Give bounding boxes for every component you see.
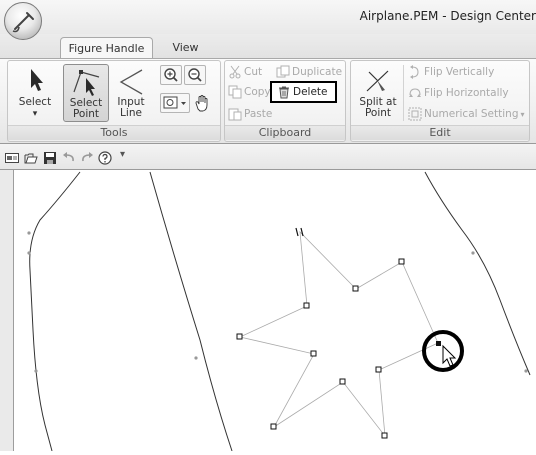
copy-label: Copy [244,86,271,98]
select-point-icon [73,70,100,96]
edit-group-label: Edit [351,125,529,140]
edit-separator [403,65,404,121]
cut-label: Cut [244,66,263,78]
flip-horizontal-icon [409,88,421,97]
numerical-setting-icon [408,107,422,121]
select-button[interactable]: Select ▾ [12,64,58,122]
customize-dropdown-icon[interactable]: ▾ [120,149,125,160]
canvas-left-frame [0,170,14,451]
app-orb-icon [12,12,34,33]
zoom-out-button[interactable] [184,65,206,85]
split-point-icon [366,70,389,92]
app-menu-button[interactable] [4,2,42,40]
hand-icon [195,95,208,112]
view-mode-icon [5,153,19,163]
clipboard-group-label: Clipboard [225,125,345,140]
duplicate-label: Duplicate [292,66,343,78]
input-line-label-2: Line [120,107,142,119]
duplicate-button[interactable]: Duplicate [276,64,342,80]
paste-label: Paste [244,108,273,120]
open-folder-icon [24,153,38,164]
undo-button[interactable] [62,150,76,164]
pointer-highlight-circle [422,330,464,372]
copy-button[interactable]: Copy [228,84,271,100]
trash-icon [279,86,289,99]
numerical-setting-dropdown-icon: ▾ [520,109,525,119]
delete-button[interactable]: Delete [277,84,328,100]
zoom-out-icon [188,68,202,82]
paste-icon [228,108,242,121]
flip-vertical-icon [410,65,419,79]
redo-icon [82,152,93,162]
help-button[interactable] [98,150,112,165]
view-mode-button[interactable] [5,150,19,164]
design-canvas[interactable] [14,170,536,452]
numerical-setting-button[interactable]: Numerical Setting ▾ [408,106,525,122]
redo-button[interactable] [80,150,94,164]
zoom-in-button[interactable] [160,65,182,85]
input-line-icon [119,69,143,95]
flip-vertically-button[interactable]: Flip Vertically [408,64,494,80]
zoom-fit-icon [163,96,186,109]
save-button[interactable] [43,150,57,164]
duplicate-icon [276,65,290,78]
split-at-point-button[interactable]: Split at Point [355,64,401,122]
numerical-setting-label: Numerical Setting [424,108,519,120]
design-drawing [27,171,531,452]
select-label: Select [18,96,52,108]
split-label-2: Point [364,107,392,119]
delete-label: Delete [293,86,328,98]
select-point-button[interactable]: Select Point [63,64,109,122]
tab-figure-handle[interactable]: Figure Handle [60,37,153,58]
zoom-mode-dropdown[interactable] [160,93,190,113]
help-icon [98,151,112,165]
flip-horizontally-label: Flip Horizontally [424,87,509,99]
scissors-icon [229,65,241,79]
paste-button[interactable]: Paste [228,106,272,122]
pan-hand-button[interactable] [192,93,212,113]
input-line-button[interactable]: Input Line [113,64,149,122]
copy-icon [228,85,242,99]
window-title: Airplane.PEM - Design Center [359,9,536,23]
flip-vertically-label: Flip Vertically [424,66,495,78]
save-icon [44,152,56,164]
open-button[interactable] [24,150,38,164]
select-point-label-2: Point [72,108,100,120]
flip-horizontally-button[interactable]: Flip Horizontally [408,85,509,101]
undo-icon [63,152,74,162]
tab-view[interactable]: View [163,37,208,58]
select-arrow-icon [31,69,43,91]
select-dropdown-icon: ▾ [32,109,38,119]
zoom-in-icon [164,68,178,82]
tools-group-label: Tools [8,125,220,140]
cut-button[interactable]: Cut [228,64,262,80]
